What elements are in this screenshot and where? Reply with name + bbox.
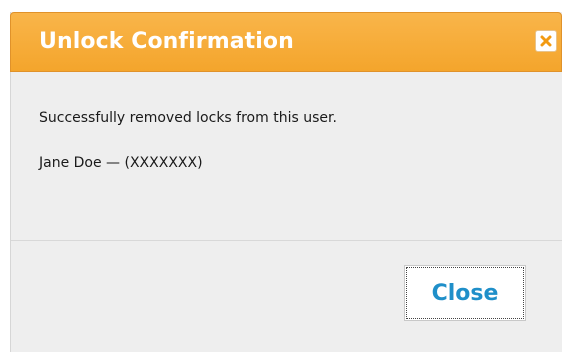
dialog-body: Successfully removed locks from this use… [39,108,542,173]
unlock-confirmation-dialog: Unlock Confirmation Successfully removed… [10,12,562,352]
dialog-titlebar: Unlock Confirmation [10,12,562,72]
close-button[interactable]: Close [404,265,526,321]
close-x-button[interactable] [535,30,557,52]
footer-divider [11,240,562,241]
close-x-icon [540,35,552,47]
user-line: Jane Doe — (XXXXXXX) [39,155,203,171]
dialog-title: Unlock Confirmation [39,29,294,54]
success-message: Successfully removed locks from this use… [39,110,337,126]
